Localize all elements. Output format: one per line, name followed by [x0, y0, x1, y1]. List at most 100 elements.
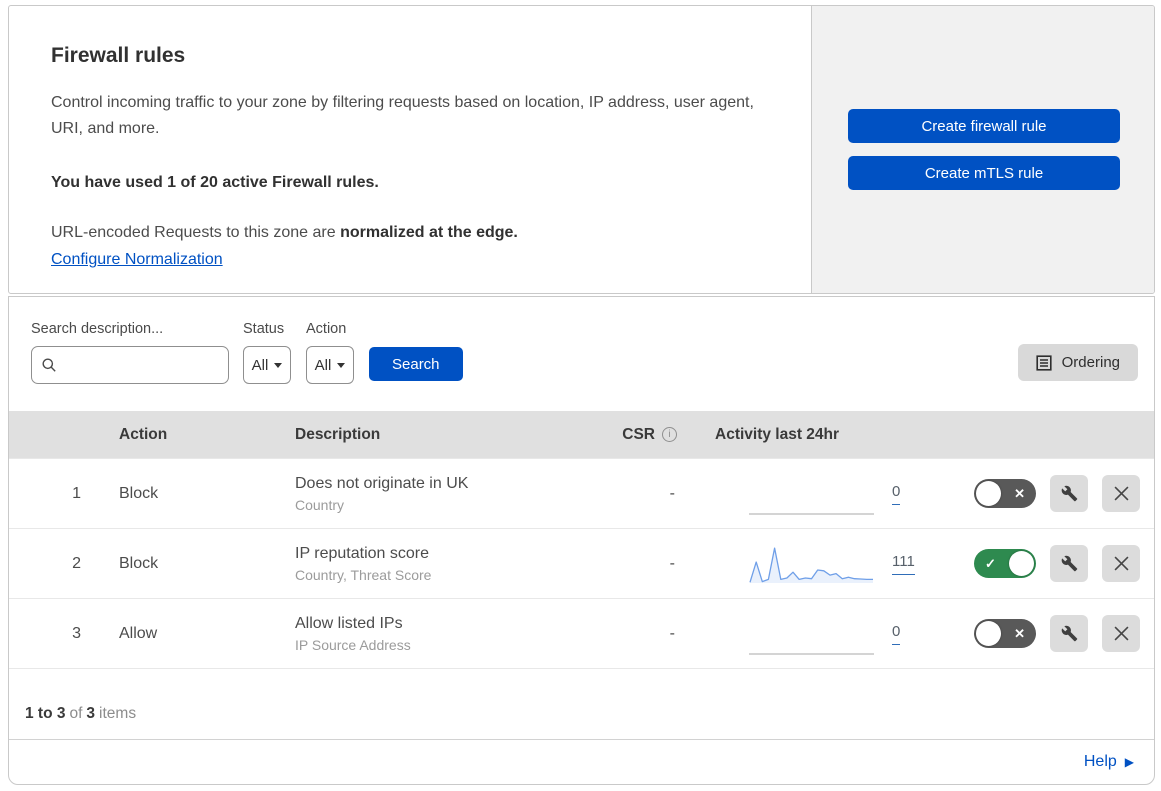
- rule-controls: ✕: [925, 615, 1154, 652]
- rule-controls: ✓: [925, 545, 1154, 582]
- wrench-icon: [1061, 625, 1077, 642]
- rule-activity-cell: 0: [685, 611, 925, 657]
- create-mtls-rule-button[interactable]: Create mTLS rule: [848, 156, 1120, 190]
- help-link-label: Help: [1083, 753, 1117, 770]
- rule-controls: ✕: [925, 475, 1154, 512]
- chevron-down-icon: [337, 362, 346, 368]
- column-csr-label: CSR: [622, 425, 655, 443]
- normalization-bold: normalized at the edge.: [340, 224, 518, 241]
- status-group: Status All: [243, 321, 291, 384]
- delete-rule-button[interactable]: [1102, 475, 1140, 512]
- action-dropdown[interactable]: All: [306, 346, 354, 384]
- rule-priority: 2: [72, 554, 81, 572]
- edit-rule-button[interactable]: [1050, 615, 1088, 652]
- rule-csr-value: -: [669, 554, 675, 572]
- column-csr: CSR i: [611, 426, 685, 444]
- rule-csr-value: -: [669, 624, 675, 642]
- delete-rule-button[interactable]: [1102, 545, 1140, 582]
- table-row: 2 Block IP reputation score Country, Thr…: [9, 528, 1154, 598]
- configure-normalization-link[interactable]: Configure Normalization: [51, 251, 223, 269]
- toggle-state-icon: ✓: [985, 556, 996, 571]
- filter-bar: Search description... Status All Action: [9, 297, 1154, 411]
- activity-count-link[interactable]: 0: [892, 483, 901, 505]
- rule-fields: Country, Threat Score: [295, 566, 432, 583]
- activity-sparkline: [749, 541, 874, 587]
- table-body: 1 Block Does not originate in UK Country…: [9, 458, 1154, 668]
- wrench-icon: [1061, 485, 1077, 502]
- rule-enabled-toggle[interactable]: ✓: [974, 549, 1036, 578]
- intro-section: Firewall rules Control incoming traffic …: [9, 6, 811, 293]
- action-label: Action: [306, 321, 347, 337]
- rule-description: Allow listed IPs: [295, 614, 403, 632]
- column-action: Action: [119, 425, 168, 443]
- edit-rule-button[interactable]: [1050, 545, 1088, 582]
- table-row: 3 Allow Allow listed IPs IP Source Addre…: [9, 598, 1154, 668]
- create-firewall-rule-button[interactable]: Create firewall rule: [848, 109, 1120, 143]
- pagination-range: 1 to 3: [25, 705, 66, 722]
- normalization-note: URL-encoded Requests to this zone are no…: [51, 224, 771, 242]
- help-link[interactable]: Help ▶: [1084, 753, 1134, 771]
- help-bar: Help ▶: [9, 739, 1154, 784]
- status-dropdown-value: All: [251, 356, 269, 374]
- rule-priority: 3: [72, 624, 81, 642]
- rule-priority: 1: [72, 484, 81, 502]
- ordering-button-label: Ordering: [1061, 354, 1120, 371]
- rule-description-cell: Allow listed IPs IP Source Address: [281, 615, 611, 653]
- action-group: Action All: [306, 321, 354, 384]
- x-icon: [1114, 486, 1128, 501]
- rule-action: Allow: [119, 624, 158, 642]
- search-icon: [42, 358, 56, 372]
- search-button[interactable]: Search: [369, 347, 463, 381]
- arrow-right-icon: ▶: [1124, 755, 1134, 769]
- status-dropdown[interactable]: All: [243, 346, 291, 384]
- firewall-rules-page: Firewall rules Control incoming traffic …: [0, 0, 1161, 791]
- toggle-knob: [976, 481, 1001, 506]
- page-description: Control incoming traffic to your zone by…: [51, 94, 754, 137]
- rules-card: Search description... Status All Action: [8, 296, 1155, 785]
- delete-rule-button[interactable]: [1102, 615, 1140, 652]
- activity-count-link[interactable]: 0: [892, 623, 901, 645]
- ordering-button[interactable]: Ordering: [1017, 344, 1138, 381]
- wrench-icon: [1061, 555, 1077, 572]
- info-icon[interactable]: i: [662, 427, 677, 442]
- toggle-state-icon: ✕: [1014, 486, 1025, 501]
- edit-rule-button[interactable]: [1050, 475, 1088, 512]
- rule-activity-cell: 0: [685, 471, 925, 517]
- toggle-knob: [1009, 551, 1034, 576]
- rule-action: Block: [119, 484, 159, 502]
- search-input[interactable]: [63, 356, 219, 374]
- rule-fields: IP Source Address: [295, 636, 411, 653]
- actions-panel: Create firewall rule Create mTLS rule: [811, 6, 1154, 293]
- pagination-summary: 1 to 3 of 3 items: [9, 668, 1154, 739]
- table-header: Action Description CSR i Activity last 2…: [9, 411, 1154, 458]
- rule-action: Block: [119, 554, 159, 572]
- search-label: Search description...: [31, 321, 164, 337]
- table-row: 1 Block Does not originate in UK Country…: [9, 458, 1154, 528]
- column-activity: Activity last 24hr: [715, 425, 840, 443]
- ordering-list-icon: [1036, 354, 1052, 371]
- column-description: Description: [295, 425, 381, 443]
- toggle-knob: [976, 621, 1001, 646]
- search-box[interactable]: [31, 346, 229, 384]
- rule-enabled-toggle[interactable]: ✕: [974, 619, 1036, 648]
- rule-enabled-toggle[interactable]: ✕: [974, 479, 1036, 508]
- chevron-down-icon: [274, 362, 283, 368]
- toggle-state-icon: ✕: [1014, 626, 1025, 641]
- rule-activity-cell: 111: [685, 541, 925, 587]
- activity-sparkline: [749, 471, 874, 517]
- rule-description-cell: IP reputation score Country, Threat Scor…: [281, 545, 611, 583]
- normalization-text: URL-encoded Requests to this zone are: [51, 224, 336, 241]
- x-icon: [1114, 556, 1128, 571]
- activity-sparkline: [749, 611, 874, 657]
- rule-description: IP reputation score: [295, 544, 430, 562]
- search-group: Search description...: [31, 321, 229, 384]
- header-card: Firewall rules Control incoming traffic …: [8, 5, 1155, 294]
- pagination-of: of: [69, 705, 83, 722]
- pagination-total: 3: [86, 705, 96, 722]
- rule-fields: Country: [295, 496, 345, 513]
- usage-summary: You have used 1 of 20 active Firewall ru…: [51, 174, 379, 191]
- action-dropdown-value: All: [314, 356, 332, 374]
- rule-csr-value: -: [669, 484, 675, 502]
- activity-count-link[interactable]: 111: [892, 553, 915, 575]
- rule-description: Does not originate in UK: [295, 474, 469, 492]
